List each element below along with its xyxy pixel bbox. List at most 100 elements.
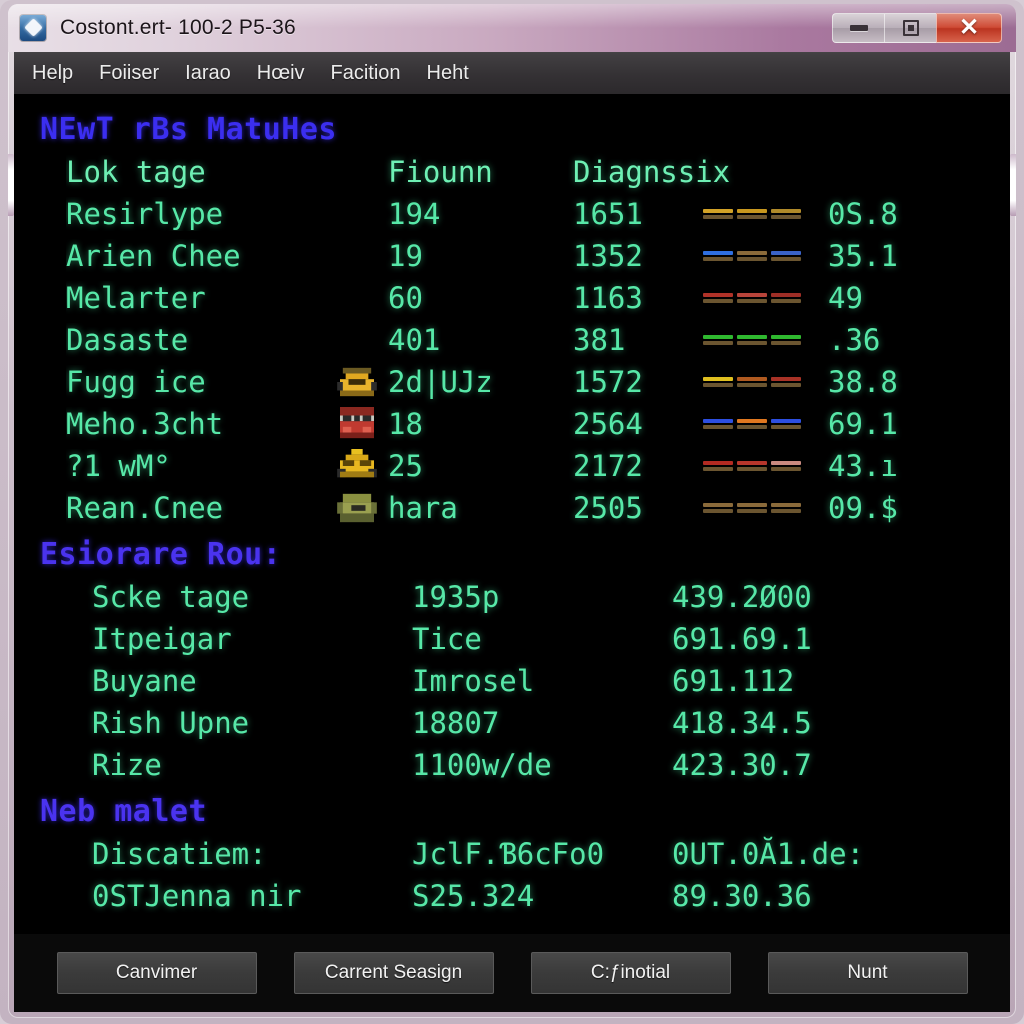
row-name: Rish Upne bbox=[92, 706, 250, 740]
row-name: Buyane bbox=[92, 664, 197, 698]
row-value-3: 35.1 bbox=[828, 239, 898, 273]
row-name: Rean.Cnee bbox=[66, 491, 224, 525]
row-value-3: 43.ı bbox=[828, 449, 898, 483]
minimize-icon bbox=[849, 25, 868, 31]
menu-item-3[interactable]: Hœiv bbox=[257, 62, 305, 85]
row-name: Fugg ice bbox=[66, 365, 206, 399]
menu-item-1[interactable]: Foiiser bbox=[99, 62, 159, 85]
footer-button-bar: Canvimer Carrent Seasign C:ƒinotial Nunt bbox=[14, 934, 1010, 1012]
car-yellow-icon bbox=[336, 365, 388, 399]
row-name: Melarter bbox=[66, 281, 206, 315]
row-value-3: 69.1 bbox=[828, 407, 898, 441]
row-value-3: 38.8 bbox=[828, 365, 898, 399]
row-value-b: 423.30.7 bbox=[672, 748, 812, 782]
status-bars-icon bbox=[703, 330, 801, 350]
row-value-a: 1935p bbox=[412, 580, 500, 614]
table-row[interactable]: Buyane Imrosel 691.112 bbox=[14, 660, 1010, 702]
row-value-b: 89.30.36 bbox=[672, 879, 812, 913]
table-row[interactable]: Discatiem: JclF.Ɓ6cFo0 0UT.0Ă1.de: bbox=[14, 833, 1010, 875]
table-row[interactable]: Melarter 60 1163 49 bbox=[14, 277, 1010, 319]
row-value-a: Imrosel bbox=[412, 664, 535, 698]
row-name: Meho.3cht bbox=[66, 407, 224, 441]
row-name: Arien Chee bbox=[66, 239, 241, 273]
maximize-button[interactable] bbox=[884, 13, 936, 43]
row-value-b: 418.34.5 bbox=[672, 706, 812, 740]
maximize-icon bbox=[902, 20, 919, 36]
row-status-bars bbox=[703, 414, 828, 434]
table-row[interactable]: Rean.Cnee hara 2505 09.$ bbox=[14, 487, 1010, 529]
menu-item-5[interactable]: Heht bbox=[427, 62, 469, 85]
close-button[interactable]: ✕ bbox=[936, 13, 1002, 43]
table-row[interactable]: 0STJenna nir S25.324 89.30.36 bbox=[14, 875, 1010, 917]
row-value-3: 49 bbox=[828, 281, 863, 315]
table-row[interactable]: Dasaste 401 381 .36 bbox=[14, 319, 1010, 361]
close-icon: ✕ bbox=[958, 14, 980, 41]
footer-button-2[interactable]: C:ƒinotial bbox=[530, 952, 731, 994]
row-status-bars bbox=[703, 204, 828, 224]
table-row[interactable]: Rish Upne 18807 418.34.5 bbox=[14, 702, 1010, 744]
row-name: Discatiem: bbox=[92, 837, 267, 871]
tank-olive-icon bbox=[337, 493, 377, 523]
row-value-2: 1163 bbox=[573, 281, 643, 315]
table-row[interactable]: Resirlype 194 1651 0S.8 bbox=[14, 193, 1010, 235]
status-bars-icon bbox=[703, 456, 801, 476]
row-value-1: hara bbox=[388, 491, 458, 525]
minimize-button[interactable] bbox=[832, 13, 884, 43]
status-bars-icon bbox=[703, 414, 801, 434]
menu-item-0[interactable]: Help bbox=[32, 62, 73, 85]
row-value-1: 401 bbox=[388, 323, 441, 357]
row-value-a: 1100w/de bbox=[412, 748, 552, 782]
status-bars-icon bbox=[703, 498, 801, 518]
table-row[interactable]: ?1 wM° 25 2172 43.ı bbox=[14, 445, 1010, 487]
row-value-1: 60 bbox=[388, 281, 423, 315]
row-name: Itpeigar bbox=[92, 622, 232, 656]
row-value-1: 2d|UJz bbox=[388, 365, 493, 399]
footer-button-3[interactable]: Nunt bbox=[767, 952, 968, 994]
row-name: ?1 wM° bbox=[66, 449, 171, 483]
taxi-yellow-icon bbox=[336, 449, 388, 483]
table-row[interactable]: Rize 1100w/de 423.30.7 bbox=[14, 744, 1010, 786]
status-bars-icon bbox=[703, 288, 801, 308]
terminal-panel: NEwT rBs MatuHes Lok tage Fiounn Diagnssix R… bbox=[14, 94, 1010, 1012]
bus-red-icon bbox=[340, 407, 374, 439]
menu-bar: Help Foiiser Iarao Hœiv Facition Heht bbox=[14, 52, 1010, 94]
row-value-1: 18 bbox=[388, 407, 423, 441]
row-status-bars bbox=[703, 288, 828, 308]
window-inner: Costont.ert- 100-2 P5-36 ✕ Help Foiiser Ia… bbox=[8, 4, 1016, 1018]
bus-red-icon bbox=[336, 407, 388, 441]
row-value-2: 1572 bbox=[573, 365, 643, 399]
table-row[interactable]: Itpeigar Tice 691.69.1 bbox=[14, 618, 1010, 660]
column-header-v1: Fiounn bbox=[388, 155, 493, 189]
menu-item-2[interactable]: Iarao bbox=[185, 62, 231, 85]
row-name: Resirlype bbox=[66, 197, 224, 231]
footer-button-1[interactable]: Carrent Seasign bbox=[293, 952, 494, 994]
row-value-2: 1352 bbox=[573, 239, 643, 273]
window-controls: ✕ bbox=[832, 13, 1002, 43]
table-row[interactable]: Scke tage 1935p 439.2Ø00 bbox=[14, 576, 1010, 618]
row-value-3: 09.$ bbox=[828, 491, 898, 525]
row-value-2: 381 bbox=[573, 323, 626, 357]
diamond-gem-icon bbox=[20, 15, 46, 41]
tank-olive-icon bbox=[336, 491, 388, 525]
row-status-bars bbox=[703, 246, 828, 266]
title-bar[interactable]: Costont.ert- 100-2 P5-36 ✕ bbox=[8, 4, 1016, 52]
section-title-0: NEwT rBs MatuHes bbox=[40, 112, 337, 147]
row-value-2: 2172 bbox=[573, 449, 643, 483]
footer-button-0[interactable]: Canvimer bbox=[56, 952, 257, 994]
status-bars-icon bbox=[703, 204, 801, 224]
status-bars-icon bbox=[703, 372, 801, 392]
menu-item-4[interactable]: Facition bbox=[331, 62, 401, 85]
row-value-2: 1651 bbox=[573, 197, 643, 231]
window-title: Costont.ert- 100-2 P5-36 bbox=[60, 16, 296, 39]
row-value-b: 691.112 bbox=[672, 664, 795, 698]
taxi-yellow-icon bbox=[337, 449, 377, 478]
table-row[interactable]: Meho.3cht 18 2564 69.1 bbox=[14, 403, 1010, 445]
row-name: 0STJenna nir bbox=[92, 879, 302, 913]
table-row[interactable]: Fugg ice 2d|UJz 1572 38.8 bbox=[14, 361, 1010, 403]
row-value-3: 0S.8 bbox=[828, 197, 898, 231]
table-header-row: Lok tage Fiounn Diagnssix bbox=[14, 151, 1010, 193]
frame-highlight-right bbox=[1010, 154, 1016, 216]
row-value-a: JclF.Ɓ6cFo0 bbox=[412, 837, 605, 871]
table-row[interactable]: Arien Chee 19 1352 35.1 bbox=[14, 235, 1010, 277]
row-name: Dasaste bbox=[66, 323, 189, 357]
